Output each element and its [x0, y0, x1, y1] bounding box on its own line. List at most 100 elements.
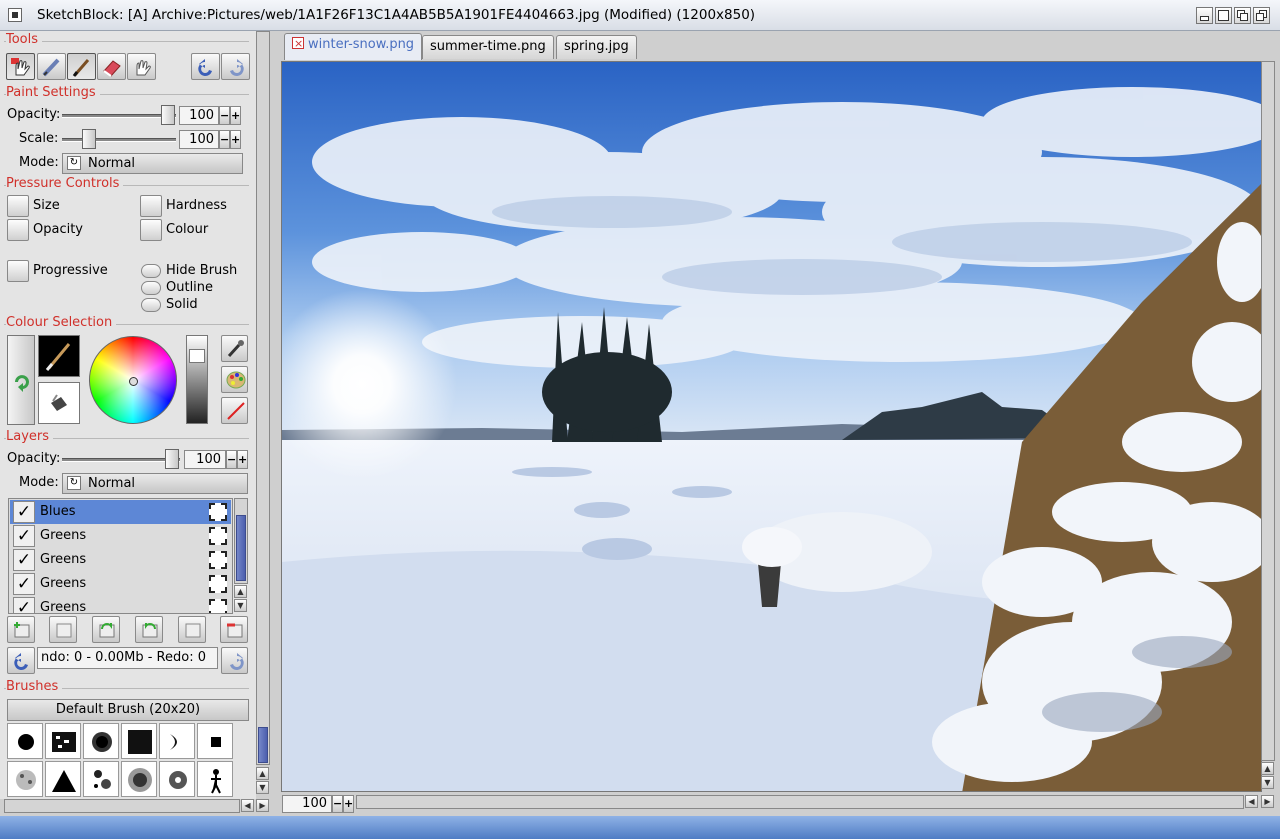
opacity-slider[interactable]: [62, 114, 176, 118]
colour-wheel[interactable]: [89, 336, 177, 424]
layer-row[interactable]: ✓ Greens: [10, 524, 231, 548]
layer-mask-icon[interactable]: [209, 503, 227, 521]
add-layer-button[interactable]: [7, 616, 35, 643]
zoom-out-button[interactable]: −: [332, 795, 343, 813]
opacity-slider-knob[interactable]: [161, 105, 175, 125]
swap-colours-button[interactable]: [7, 335, 35, 425]
layer-visible-checkbox[interactable]: ✓: [13, 549, 35, 571]
scroll-down-icon[interactable]: ▼: [256, 781, 269, 794]
duplicate-layer-button[interactable]: [49, 616, 77, 643]
layer-opacity-slider-knob[interactable]: [165, 449, 179, 469]
paint-tool-button[interactable]: [6, 53, 35, 80]
scale-value[interactable]: 100: [179, 130, 219, 149]
solid-radio[interactable]: [141, 298, 161, 312]
palette-button[interactable]: [221, 366, 248, 393]
layer-opacity-increase-button[interactable]: +: [237, 450, 248, 469]
brush-square-rough[interactable]: [121, 723, 157, 759]
layer-row[interactable]: ✓ Greens: [10, 596, 231, 613]
layer-visible-checkbox[interactable]: ✓: [13, 525, 35, 547]
tab-spring[interactable]: spring.jpg: [556, 35, 637, 59]
pressure-opacity-checkbox[interactable]: [7, 219, 29, 241]
line-button[interactable]: [221, 397, 248, 424]
current-brush-button[interactable]: Default Brush (20x20): [7, 699, 249, 721]
eraser-tool-button[interactable]: [97, 53, 126, 80]
layer-list-scroll-thumb[interactable]: [236, 515, 246, 581]
delete-layer-button[interactable]: [220, 616, 248, 643]
opacity-increase-button[interactable]: +: [230, 106, 241, 125]
layer-list[interactable]: ✓ Blues ✓ Greens ✓ Greens ✓ Greens ✓ Gre…: [8, 498, 233, 614]
opacity-decrease-button[interactable]: −: [219, 106, 230, 125]
layer-visible-checkbox[interactable]: ✓: [13, 597, 35, 613]
colour-picker-button[interactable]: [221, 335, 248, 362]
tab-winter-snow[interactable]: winter-snow.png: [284, 33, 423, 60]
size-checkbox[interactable]: [7, 195, 29, 217]
scroll-down-icon[interactable]: ▼: [1261, 776, 1274, 789]
undo-button[interactable]: [191, 53, 220, 80]
scroll-up-icon[interactable]: ▲: [234, 585, 247, 598]
brush-figure[interactable]: [197, 761, 233, 797]
layer-mode-cycle[interactable]: ↻ Normal: [62, 473, 248, 494]
opacity-value[interactable]: 100: [179, 106, 219, 125]
move-layer-down-button[interactable]: [135, 616, 163, 643]
brush-scatter[interactable]: [83, 761, 119, 797]
scale-slider-knob[interactable]: [82, 129, 96, 149]
brightness-slider[interactable]: [186, 335, 208, 424]
scale-slider[interactable]: [62, 138, 176, 142]
brush-texture[interactable]: [45, 723, 81, 759]
paint-mode-cycle[interactable]: ↻ Normal: [62, 153, 243, 174]
layer-opacity-slider[interactable]: [62, 458, 180, 462]
panel-hscrollbar[interactable]: [4, 799, 240, 813]
layer-visible-checkbox[interactable]: ✓: [13, 573, 35, 595]
layer-row[interactable]: ✓ Greens: [10, 548, 231, 572]
canvas-hscrollbar[interactable]: [356, 795, 1244, 809]
brush-airbrush[interactable]: [121, 761, 157, 797]
scroll-right-icon[interactable]: ▶: [256, 799, 269, 812]
scroll-left-icon[interactable]: ◀: [241, 799, 254, 812]
layer-row[interactable]: ✓ Blues: [10, 500, 231, 524]
progressive-checkbox[interactable]: [7, 260, 29, 282]
scroll-right-icon[interactable]: ▶: [1261, 795, 1274, 808]
layer-list-scrollbar[interactable]: [234, 498, 248, 584]
layer-opacity-value[interactable]: 100: [184, 450, 226, 469]
brightness-knob[interactable]: [189, 349, 205, 363]
brush-crescent[interactable]: [159, 723, 195, 759]
brush-gear[interactable]: [159, 761, 195, 797]
close-window-icon[interactable]: [8, 8, 22, 22]
scroll-up-icon[interactable]: ▲: [256, 767, 269, 780]
paintbrush-tool-button[interactable]: [67, 53, 96, 80]
colour-checkbox[interactable]: [140, 219, 162, 241]
foreground-colour-swatch[interactable]: [38, 335, 80, 377]
redo-button[interactable]: [221, 53, 250, 80]
scale-decrease-button[interactable]: −: [219, 130, 230, 149]
zoom-in-button[interactable]: +: [343, 795, 354, 813]
zoom-value[interactable]: 100: [282, 795, 332, 813]
layer-row[interactable]: ✓ Greens: [10, 572, 231, 596]
move-tool-button[interactable]: [127, 53, 156, 80]
merge-layer-button[interactable]: [178, 616, 206, 643]
layer-redo-button[interactable]: [221, 647, 248, 674]
iconify-icon[interactable]: [1196, 7, 1213, 24]
screen-depth-icon[interactable]: [1253, 7, 1270, 24]
move-layer-up-button[interactable]: [92, 616, 120, 643]
scroll-down-icon[interactable]: ▼: [234, 599, 247, 612]
outline-radio[interactable]: [141, 281, 161, 295]
colour-wheel-pointer[interactable]: [129, 377, 138, 386]
tab-summer-time[interactable]: summer-time.png: [422, 35, 554, 59]
layer-mask-icon[interactable]: [209, 551, 227, 569]
close-tab-icon[interactable]: [292, 33, 304, 55]
zoom-window-icon[interactable]: [1215, 7, 1232, 24]
scale-increase-button[interactable]: +: [230, 130, 241, 149]
brush-round-soft[interactable]: [83, 723, 119, 759]
layer-mask-icon[interactable]: [209, 527, 227, 545]
brush-round-hard[interactable]: [7, 723, 43, 759]
brush-splatter[interactable]: [7, 761, 43, 797]
scroll-left-icon[interactable]: ◀: [1245, 795, 1258, 808]
layer-mask-icon[interactable]: [209, 599, 227, 613]
canvas-vscrollbar[interactable]: [1261, 61, 1275, 761]
hide-brush-radio[interactable]: [141, 264, 161, 278]
image-canvas[interactable]: [281, 61, 1262, 792]
panel-scrollbar[interactable]: [256, 31, 270, 765]
hardness-checkbox[interactable]: [140, 195, 162, 217]
brush-triangle[interactable]: [45, 761, 81, 797]
layer-opacity-decrease-button[interactable]: −: [226, 450, 237, 469]
